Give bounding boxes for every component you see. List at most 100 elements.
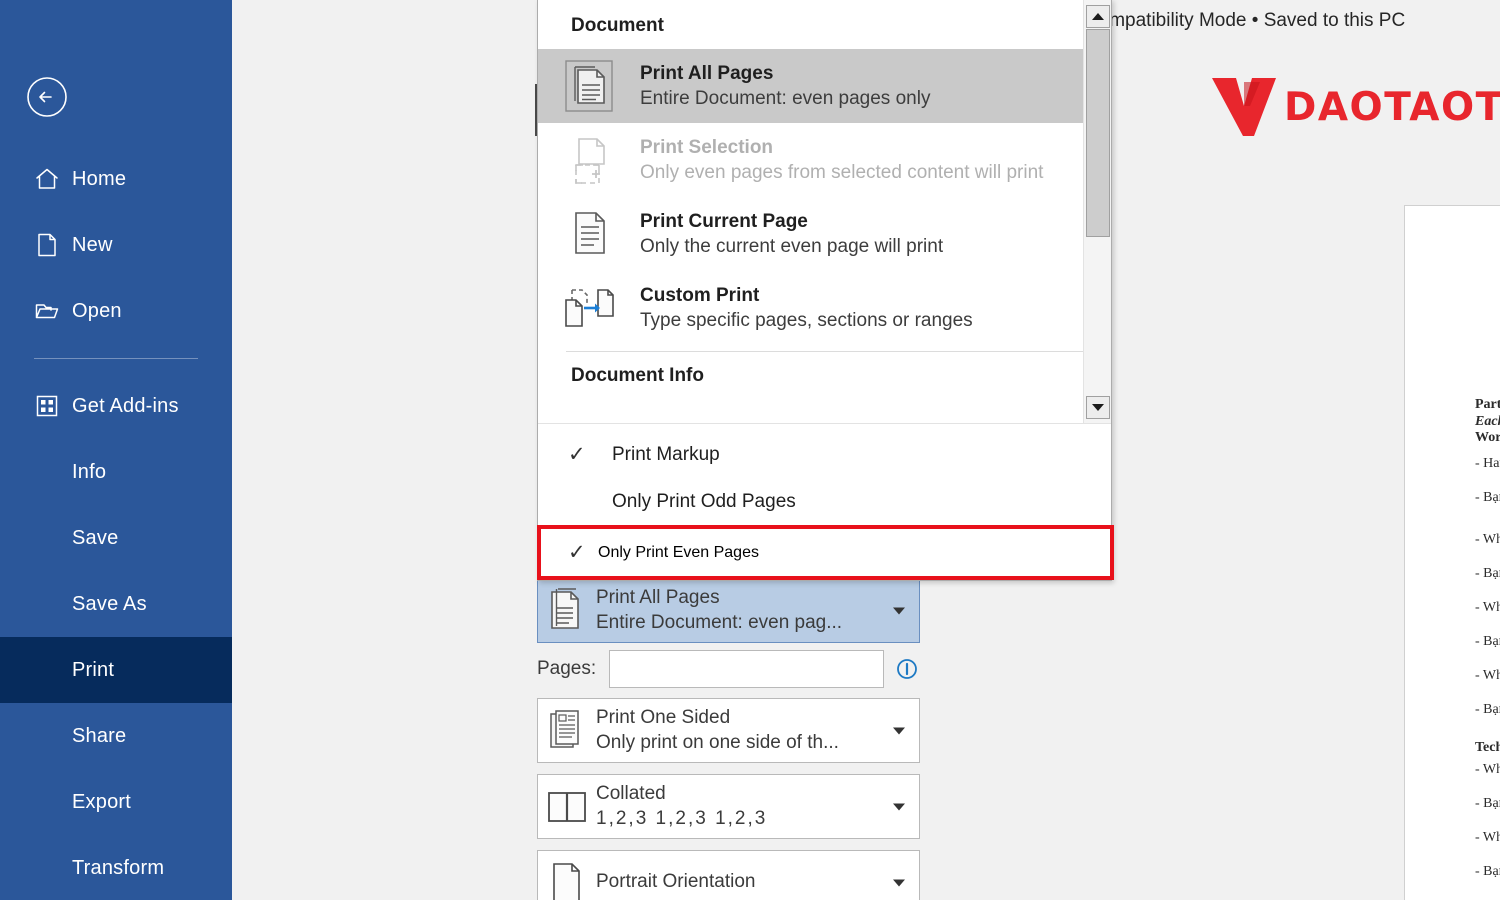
print-selection-icon — [538, 131, 640, 189]
preview-question: - Bạn thường làm gì trên Internet? — [1475, 864, 1500, 880]
preview-question: - Have you ever worked part time? — [1475, 456, 1500, 472]
print-all-pages-icon — [538, 587, 596, 634]
preview-body: Part 1: Personal information Each studen… — [1475, 397, 1500, 900]
scroll-down-button[interactable] — [1086, 396, 1110, 419]
print-orientation-line1: Portrait Orientation — [596, 871, 756, 893]
menu-section-document: Document — [571, 15, 664, 36]
chevron-down-icon[interactable] — [893, 607, 905, 614]
preview-question: - Bạn muốn làm công việc gì trong tuong … — [1475, 566, 1500, 582]
menu-item-only-print-even-pages[interactable]: ✓ Only Print Even Pages — [537, 525, 1114, 580]
backstage-nav: Home New Open Get Add-ins Info Save Save… — [0, 146, 232, 900]
menu-item-desc: Type specific pages, sections or ranges — [640, 310, 973, 331]
sidebar-item-label: New — [72, 233, 113, 256]
check-icon: ✓ — [568, 541, 586, 564]
sidebar-item-new[interactable]: New — [0, 212, 232, 278]
menu-item-label: Print Markup — [612, 443, 720, 465]
preview-question: - Bạn nghĩ phát minh nào có ích cho việc… — [1475, 796, 1500, 812]
print-range-combo-text: Print All Pages Entire Document: even pa… — [596, 586, 919, 635]
chevron-down-icon[interactable] — [893, 727, 905, 734]
back-button[interactable] — [26, 76, 68, 118]
sidebar-divider — [34, 358, 198, 359]
menu-item-print-all-pages[interactable]: Print All Pages Entire Document: even pa… — [538, 49, 1111, 123]
menu-item-print-selection: Print Selection Only even pages from sel… — [538, 123, 1111, 197]
pages-row: Pages: — [537, 650, 937, 688]
menu-item-label: Only Print Even Pages — [598, 543, 759, 561]
print-collated-combo[interactable]: Collated 1,2,3 1,2,3 1,2,3 — [537, 774, 920, 839]
sidebar-item-print[interactable]: Print — [0, 637, 232, 703]
menu-item-print-markup[interactable]: ✓ Print Markup — [538, 431, 1111, 478]
sidebar-item-label: Transform — [72, 856, 165, 879]
watermark-logo: DAOTAOTINHOC.VN — [1210, 76, 1500, 138]
sidebar-item-label: Open — [72, 299, 122, 322]
preview-question: - Bạn đã từng đi làm thêm chưa? — [1475, 490, 1500, 506]
sidebar-item-info[interactable]: Info — [0, 439, 232, 505]
scroll-up-button[interactable] — [1086, 5, 1110, 28]
chevron-down-icon[interactable] — [893, 803, 905, 810]
print-sided-combo-text: Print One Sided Only print on one side o… — [596, 706, 919, 755]
print-collated-line2: 1,2,3 1,2,3 1,2,3 — [596, 807, 768, 829]
word-backstage-print-screen: Home New Open Get Add-ins Info Save Save… — [0, 0, 1500, 900]
folder-icon — [34, 298, 60, 324]
print-range-line2: Entire Document: even pag... — [596, 611, 843, 633]
preview-question: - What do you usually do on the Internet… — [1475, 830, 1500, 846]
sidebar-item-share[interactable]: Share — [0, 703, 232, 769]
preview-section-heading: Technology: — [1475, 740, 1500, 756]
triangle-down-icon — [1092, 404, 1104, 411]
menu-item-label: Only Print Odd Pages — [612, 490, 796, 512]
back-arrow-icon — [27, 77, 67, 117]
sidebar-item-label: Print — [72, 658, 115, 681]
sidebar-item-label: Export — [72, 790, 132, 813]
triangle-up-icon — [1092, 13, 1104, 20]
print-sided-line1: Print One Sided — [596, 707, 731, 729]
menu-item-text: Print All Pages Entire Document: even pa… — [640, 61, 1111, 111]
watermark-text: DAOTAOTINHOC.VN — [1284, 84, 1500, 130]
menu-item-custom-print[interactable]: Custom Print Type specific pages, sectio… — [538, 271, 1111, 345]
print-sided-line2: Only print on one side of th... — [596, 731, 839, 753]
menu-item-text: Custom Print Type specific pages, sectio… — [640, 283, 1111, 333]
print-all-pages-icon — [538, 57, 640, 115]
scrollbar-thumb[interactable] — [1086, 29, 1110, 237]
preview-question: - Bạn đã và đang làm gì để chuẩn bị cho … — [1475, 634, 1500, 650]
menu-item-print-current-page[interactable]: Print Current Page Only the current even… — [538, 197, 1111, 271]
menu-item-title: Print Selection — [640, 136, 774, 158]
sidebar-item-label: Save As — [72, 592, 147, 615]
sidebar-item-export[interactable]: Export — [0, 769, 232, 835]
preview-question: - What do you do to get ready for a job … — [1475, 668, 1500, 684]
print-pane: NAL TEST FORM.docx - Compatibility Mode … — [232, 0, 1500, 900]
print-sided-combo[interactable]: Print One Sided Only print on one side o… — [537, 698, 920, 763]
pages-input[interactable] — [609, 650, 885, 688]
preview-question: - Bạn làm gì để sẵn sàng cho một cuộc ph… — [1475, 702, 1500, 718]
preview-line: Each student will be asked 4 questions a… — [1475, 413, 1500, 429]
sidebar-item-transform[interactable]: Transform — [0, 835, 232, 900]
menu-item-desc: Entire Document: even pages only — [640, 88, 931, 109]
sidebar-item-label: Home — [72, 167, 127, 190]
document-preview-page[interactable]: THE FINAL T 10 minut Part 1: Personal in… — [1404, 205, 1500, 900]
sidebar-item-save[interactable]: Save — [0, 505, 232, 571]
menu-item-title: Custom Print — [640, 284, 760, 306]
sidebar-item-get-add-ins[interactable]: Get Add-ins — [0, 373, 232, 439]
preview-question: - What have you been doing to prepare fo… — [1475, 600, 1500, 616]
print-collated-line1: Collated — [596, 783, 666, 805]
print-range-dropdown-menu: Document Print All Pages Entire Document… — [537, 0, 1114, 581]
preview-line: Work: — [1475, 430, 1500, 446]
sidebar-item-open[interactable]: Open — [0, 278, 232, 344]
preview-question: - What kind of job do you want to do in … — [1475, 532, 1500, 548]
sidebar-item-label: Info — [72, 460, 107, 483]
chevron-down-icon[interactable] — [893, 879, 905, 886]
menu-item-only-print-odd-pages[interactable]: Only Print Odd Pages — [538, 478, 1111, 525]
portrait-icon — [538, 860, 596, 900]
print-range-line1: Print All Pages — [596, 587, 720, 609]
print-range-combo[interactable]: Print All Pages Entire Document: even pa… — [537, 578, 920, 643]
sidebar-item-label: Save — [72, 526, 119, 549]
sidebar-item-save-as[interactable]: Save As — [0, 571, 232, 637]
page-icon — [34, 232, 60, 258]
sidebar-item-home[interactable]: Home — [0, 146, 232, 212]
print-orientation-combo[interactable]: Portrait Orientation — [537, 850, 920, 900]
collated-icon — [538, 787, 596, 827]
menu-scrollbar[interactable] — [1083, 0, 1111, 423]
addins-icon — [34, 393, 60, 419]
menu-item-only-print-even-pages-wrapper: ✓ Only Print Even Pages — [537, 525, 1114, 580]
menu-item-text: Print Selection Only even pages from sel… — [640, 135, 1111, 185]
info-icon[interactable] — [896, 658, 918, 680]
menu-item-desc: Only the current even page will print — [640, 236, 944, 257]
